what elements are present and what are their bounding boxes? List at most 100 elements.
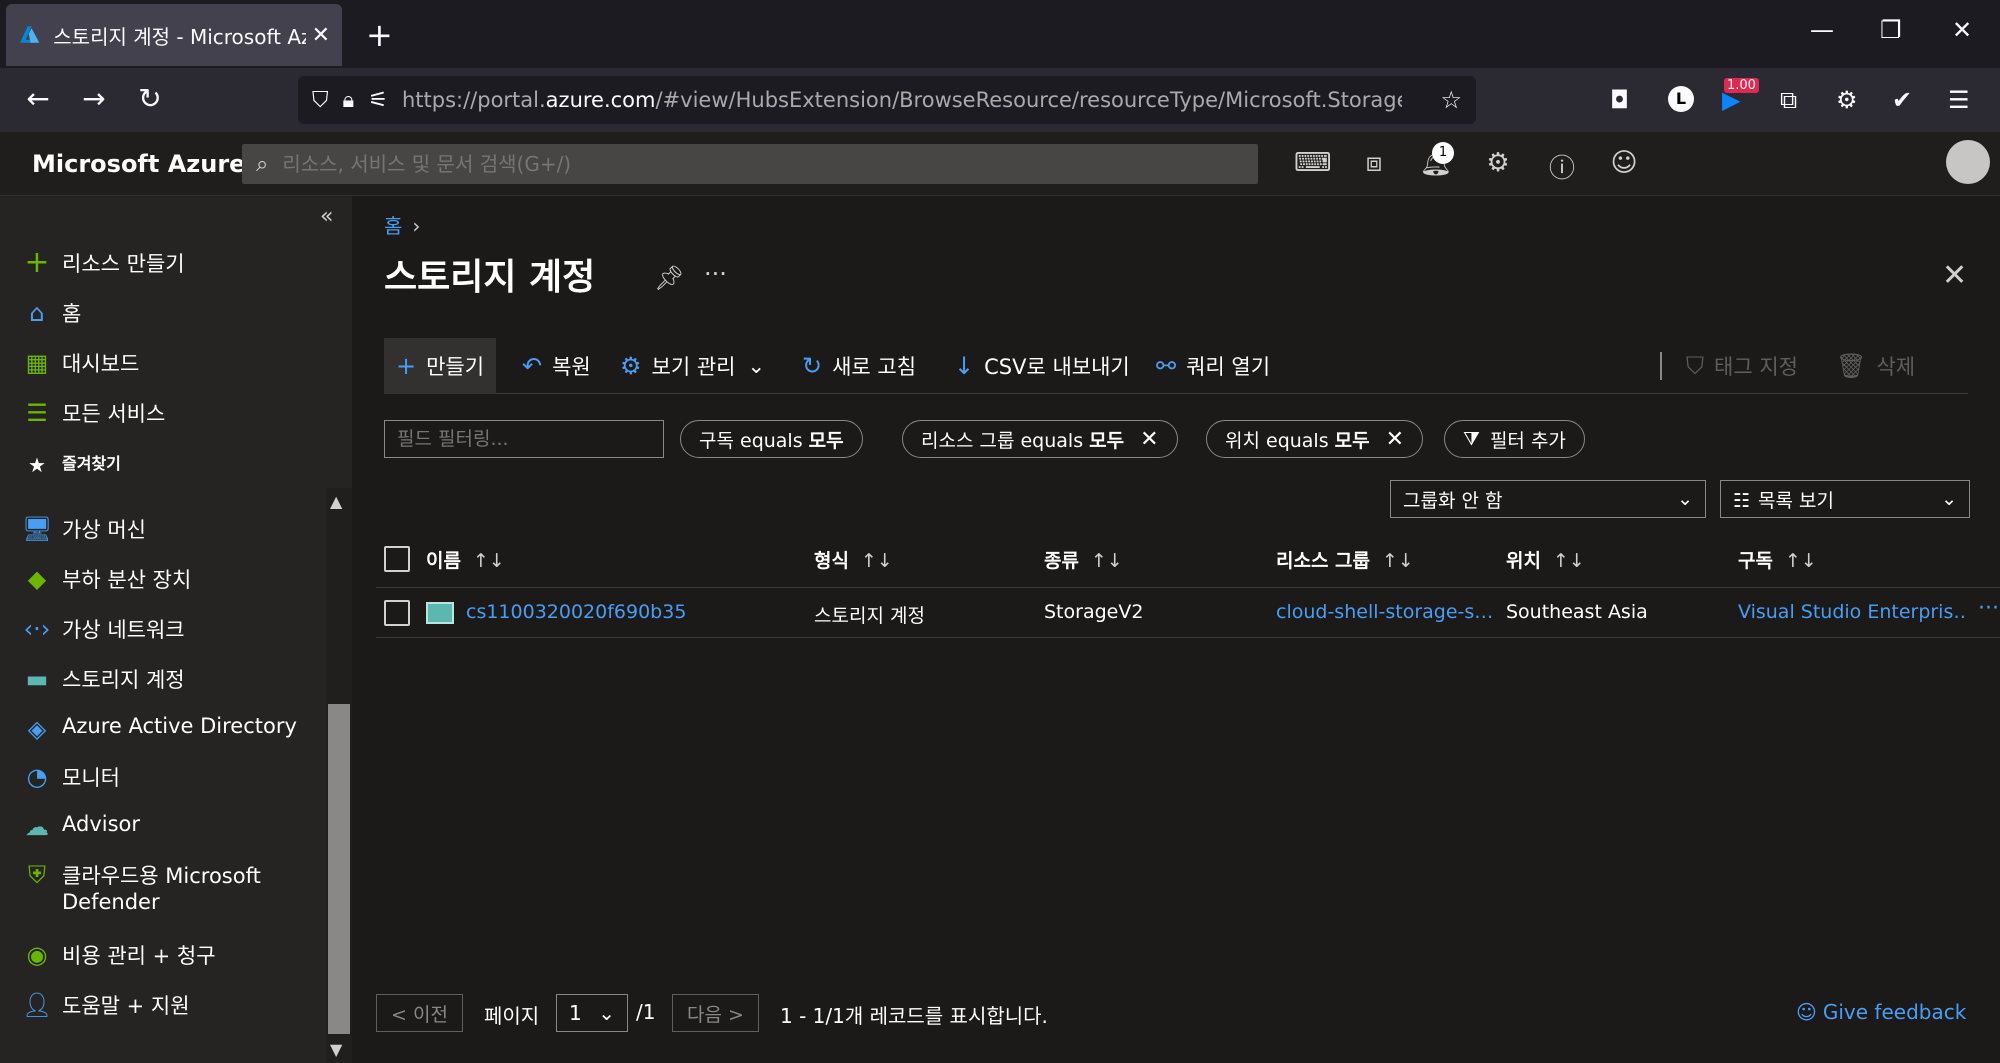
grouping-dropdown[interactable]: 그룹화 안 함 ⌄ xyxy=(1390,480,1706,518)
profile-l-icon[interactable]: L xyxy=(1668,86,1694,112)
collapse-sidebar-icon[interactable]: « xyxy=(320,204,333,229)
field-filter-input[interactable] xyxy=(384,420,664,458)
column-header-name[interactable]: 이름 ↑↓ xyxy=(426,546,505,573)
column-header-kind[interactable]: 종류 ↑↓ xyxy=(1044,546,1123,573)
assign-tags-button[interactable]: ⛉ 태그 지정 xyxy=(1686,338,1798,394)
chevron-down-icon: ⌄ xyxy=(1941,488,1957,510)
feedback-icon[interactable]: ☺ xyxy=(1606,148,1642,178)
add-filter-button[interactable]: ⧩ 필터 추가 xyxy=(1444,420,1585,458)
open-query-button[interactable]: ⚯ 쿼리 열기 xyxy=(1156,338,1270,394)
menu-icon[interactable]: ☰ xyxy=(1948,86,1970,114)
view-mode-dropdown[interactable]: ☷ 목록 보기 ⌄ xyxy=(1720,480,1970,518)
sidebar-scrollbar[interactable]: ▲ ▼ xyxy=(326,488,352,1063)
sidebar-item-defender[interactable]: ⛨ 클라우드용 Microsoft Defender xyxy=(22,860,322,914)
lock-icon[interactable]: 🔒︎ xyxy=(343,88,355,113)
column-header-location[interactable]: 위치 ↑↓ xyxy=(1506,546,1585,573)
close-blade-icon[interactable]: ✕ xyxy=(1942,258,1967,293)
sidebar-scroll-thumb[interactable] xyxy=(328,704,350,1034)
star-icon: ★ xyxy=(28,453,46,477)
remove-filter-icon[interactable]: ✕ xyxy=(1386,427,1404,452)
extension-check-icon[interactable]: ✔ xyxy=(1892,86,1912,114)
storage-icon: ▬ xyxy=(25,665,49,693)
azure-brand[interactable]: Microsoft Azure xyxy=(32,150,245,178)
resource-group-link[interactable]: cloud-shell-storage-s… xyxy=(1276,601,1496,623)
page-select[interactable]: 1 ⌄ xyxy=(556,994,628,1032)
select-all-checkbox[interactable] xyxy=(384,546,410,572)
create-button[interactable]: + 만들기 xyxy=(384,338,497,394)
reload-icon[interactable]: ↻ xyxy=(130,82,170,115)
resource-name-link[interactable]: cs1100320020f690b35 xyxy=(466,601,796,623)
shield-icon[interactable]: ⛉ xyxy=(312,88,329,113)
sidebar-item-dashboard[interactable]: ▦ 대시보드 xyxy=(22,348,322,378)
close-tab-icon[interactable]: ✕ xyxy=(312,23,330,48)
manage-view-button[interactable]: ⚙ 보기 관리 ⌄ xyxy=(620,338,765,394)
url-bar[interactable]: ⛉ 🔒︎ ⚟ https://portal.azure.com/#view/Hu… xyxy=(298,76,1476,124)
close-window-icon[interactable]: ✕ xyxy=(1952,16,1972,44)
sort-icon[interactable]: ↑↓ xyxy=(1785,550,1817,572)
scroll-up-icon[interactable]: ▲ xyxy=(330,492,342,511)
sidebar-item-azure-active-directory[interactable]: ◈ Azure Active Directory xyxy=(22,714,322,744)
next-page-button[interactable]: 다음 > xyxy=(672,994,759,1032)
sort-icon[interactable]: ↑↓ xyxy=(861,550,893,572)
cell-location: Southeast Asia xyxy=(1506,601,1648,623)
sort-icon[interactable]: ↑↓ xyxy=(1382,550,1414,572)
restore-button[interactable]: ↶ 복원 xyxy=(522,338,591,394)
column-header-type[interactable]: 형식 ↑↓ xyxy=(814,546,893,573)
permissions-icon[interactable]: ⚟ xyxy=(368,88,388,113)
help-icon[interactable]: ⓘ xyxy=(1544,148,1580,185)
sort-icon[interactable]: ↑↓ xyxy=(1091,550,1123,572)
sidebar-item-advisor[interactable]: ☁ Advisor xyxy=(22,812,322,842)
pin-icon[interactable]: 📌︎ xyxy=(654,264,684,292)
more-options-icon[interactable]: ··· xyxy=(704,260,727,288)
url-text[interactable]: https://portal.azure.com/#view/HubsExten… xyxy=(402,88,1402,112)
sidebar-item-storage-accounts[interactable]: ▬ 스토리지 계정 xyxy=(22,664,322,694)
extension-gear-icon[interactable]: ⚙ xyxy=(1836,86,1858,114)
sort-icon[interactable]: ↑↓ xyxy=(1553,550,1585,572)
column-header-resource-group[interactable]: 리소스 그룹 ↑↓ xyxy=(1276,546,1414,573)
remove-filter-icon[interactable]: ✕ xyxy=(1140,427,1158,452)
reader-view-icon[interactable]: ⧉ xyxy=(1780,86,1797,114)
column-header-subscription[interactable]: 구독 ↑↓ xyxy=(1738,546,1817,573)
give-feedback-link[interactable]: ☺ Give feedback xyxy=(1796,1000,1966,1024)
sort-icon[interactable]: ↑↓ xyxy=(473,550,505,572)
filter-pill-resource-group[interactable]: 리소스 그룹 equals 모두 ✕ xyxy=(902,420,1178,458)
scroll-down-icon[interactable]: ▼ xyxy=(330,1040,342,1059)
refresh-button[interactable]: ↻ 새로 고침 xyxy=(802,338,916,394)
directory-filter-icon[interactable]: ⧈ xyxy=(1356,148,1392,179)
sidebar-item-virtual-networks[interactable]: ‹·› 가상 네트워크 xyxy=(22,614,322,644)
minimize-icon[interactable]: — xyxy=(1810,16,1834,44)
row-checkbox[interactable] xyxy=(384,600,410,626)
filter-pill-subscription[interactable]: 구독 equals 모두 xyxy=(680,420,863,458)
global-search[interactable]: ⌕ xyxy=(242,144,1258,184)
sidebar-item-home[interactable]: ⌂ 홈 xyxy=(22,298,322,328)
pocket-icon[interactable]: ◘ xyxy=(1610,86,1629,114)
sidebar-item-all-services[interactable]: ☰ 모든 서비스 xyxy=(22,398,322,428)
sidebar-item-virtual-machines[interactable]: 🖥︎ 가상 머신 xyxy=(22,514,322,544)
bookmark-star-icon[interactable]: ☆ xyxy=(1440,86,1462,114)
delete-button[interactable]: 🗑︎ 삭제 xyxy=(1836,338,1915,394)
forward-icon[interactable]: → xyxy=(74,82,114,115)
home-icon: ⌂ xyxy=(29,299,45,327)
filter-pill-location[interactable]: 위치 equals 모두 ✕ xyxy=(1206,420,1424,458)
sidebar-item-cost-management[interactable]: ◉ 비용 관리 + 청구 xyxy=(22,940,322,970)
monitor-icon: ◔ xyxy=(26,763,48,791)
export-csv-button[interactable]: ↓ CSV로 내보내기 xyxy=(954,338,1130,394)
sidebar-item-help-support[interactable]: 👤︎ 도움말 + 지원 xyxy=(22,990,322,1020)
browser-tab[interactable]: 스토리지 계정 - Microsoft Azure ✕ xyxy=(6,4,342,66)
breadcrumb-home-link[interactable]: 홈 xyxy=(384,214,402,238)
back-icon[interactable]: ← xyxy=(18,82,58,115)
cloud-shell-icon[interactable]: ⌨ xyxy=(1294,148,1332,178)
plus-icon: + xyxy=(396,352,417,380)
sidebar-item-create-resource[interactable]: + 리소스 만들기 xyxy=(22,248,322,278)
new-tab-icon[interactable]: + xyxy=(366,16,393,54)
azure-header: Microsoft Azure ⌕ ⌨ ⧈ 🔔︎ 1 ⚙ ⓘ ☺ xyxy=(0,132,2000,196)
sidebar-item-monitor[interactable]: ◔ 모니터 xyxy=(22,762,322,792)
search-input[interactable] xyxy=(282,152,1183,176)
settings-gear-icon[interactable]: ⚙ xyxy=(1480,148,1516,178)
row-more-options-icon[interactable]: ··· xyxy=(1978,596,1999,621)
avatar[interactable] xyxy=(1946,140,1990,184)
sidebar-item-load-balancers[interactable]: ◆ 부하 분산 장치 xyxy=(22,564,322,594)
subscription-link[interactable]: Visual Studio Enterpris… xyxy=(1738,601,1968,623)
previous-page-button[interactable]: < 이전 xyxy=(376,994,463,1032)
restore-window-icon[interactable]: ❐ xyxy=(1880,16,1902,44)
